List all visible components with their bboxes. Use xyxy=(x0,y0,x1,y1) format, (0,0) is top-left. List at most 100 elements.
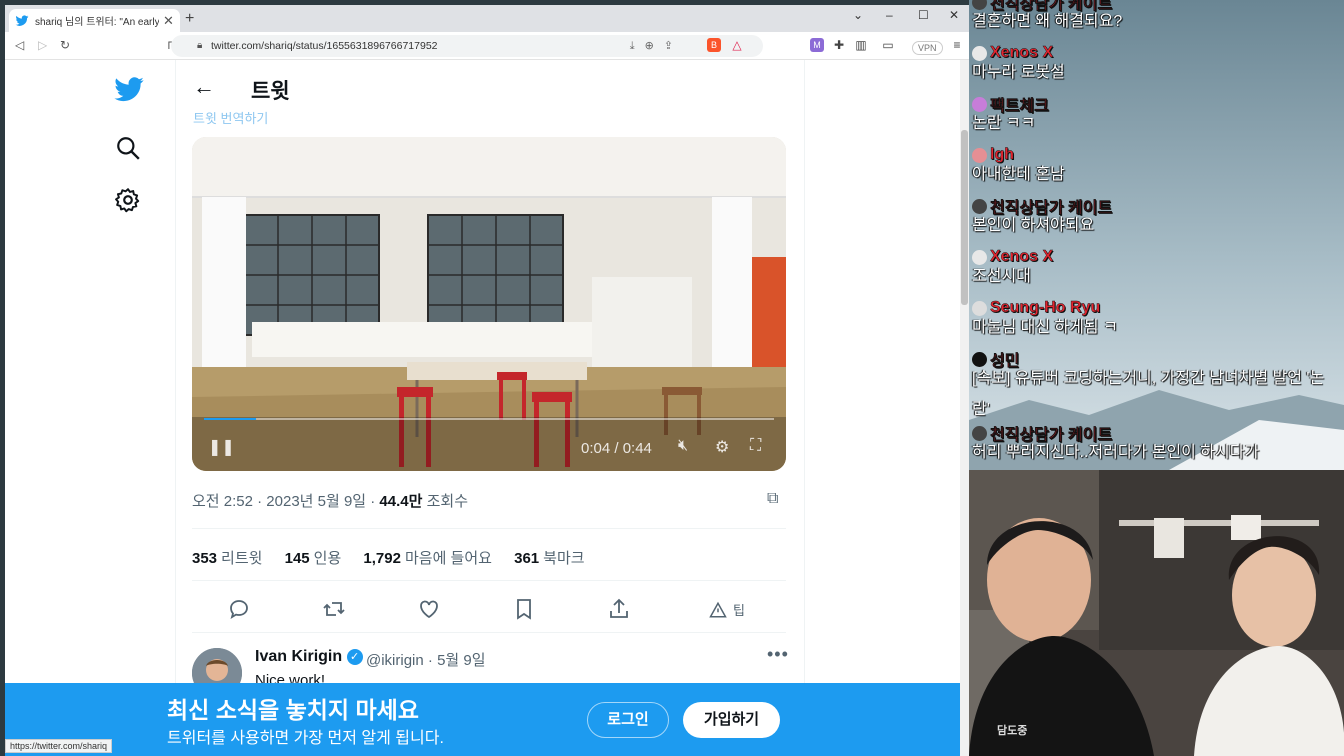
lock-icon: 🔒︎ xyxy=(197,40,203,51)
forward-icon[interactable]: ▷ xyxy=(38,38,47,52)
twitter-page: ← 트윗 트윗 번역하기 ❚❚ 0:04 / 0:44 🔇︎ ⚙ ⛶ 오전 2:… xyxy=(5,60,960,756)
chat-username[interactable]: Xenos X xyxy=(990,248,1054,266)
bookmark-icon[interactable] xyxy=(512,597,536,621)
live-chat: 천직상담가 케이트 결혼하면 왜 해결되요? Xenos X 마누라 로봇설팩트체크 논… xyxy=(969,0,1344,470)
reload-icon[interactable]: ↻ xyxy=(60,38,70,52)
twitter-logo-icon[interactable] xyxy=(113,74,145,111)
chat-user-row: lgh xyxy=(972,145,1065,165)
vpn-button[interactable]: VPN xyxy=(912,41,943,55)
brave-shield-icon[interactable]: B xyxy=(707,38,721,52)
tip-icon[interactable] xyxy=(709,597,733,621)
reply-icon[interactable] xyxy=(227,597,251,621)
twitter-favicon-icon xyxy=(15,14,29,28)
chat-message: Xenos X 마누라 로봇설 xyxy=(972,43,1065,83)
user-badge-icon xyxy=(972,96,987,112)
chat-message: Xenos X 조선시대 xyxy=(972,247,1053,287)
chat-text: 아내한테 혼남 xyxy=(972,166,1065,183)
new-tab-icon[interactable]: + xyxy=(185,10,194,28)
maximize-icon[interactable]: ☐ xyxy=(918,8,929,22)
like-heart-icon[interactable] xyxy=(417,597,441,621)
extension-icon[interactable]: M xyxy=(810,38,824,52)
page-title: 트윗 xyxy=(251,80,290,103)
minimize-icon[interactable]: – xyxy=(886,8,893,22)
bookmarks-stat[interactable]: 361 북마크 xyxy=(514,550,584,567)
address-bar-actions-icon[interactable]: ⤓⊕⇪ xyxy=(630,39,683,53)
retweet-icon[interactable] xyxy=(322,597,346,621)
mute-icon[interactable]: 🔇︎ xyxy=(678,437,688,455)
translate-tweet-link[interactable]: 트윗 번역하기 xyxy=(193,108,268,127)
tweet-timestamp[interactable]: 오전 2:52 · 2023년 5월 9일 · xyxy=(192,493,379,510)
chat-message: 천직상담가 케이트 허리 뿌러지신다..저러다가 본인이 하시다가 xyxy=(972,423,1259,463)
menu-icon[interactable]: ≡ xyxy=(950,38,964,52)
column-divider-left xyxy=(175,60,176,756)
tab-title: shariq 님의 트위터: "An early tin xyxy=(35,17,159,28)
chat-text: [속보] 유튜버 코딩하는거니, 가정간 남녀차별 발언 '논 xyxy=(972,370,1325,387)
user-badge-icon xyxy=(972,198,987,214)
user-badge-icon xyxy=(972,147,987,163)
close-window-icon[interactable]: ✕ xyxy=(949,8,959,22)
tab-bar: shariq 님의 트위터: "An early tin ✕ + ⌄ – ☐ ✕ xyxy=(5,5,969,32)
share-icon[interactable] xyxy=(607,597,631,621)
chat-text: 결혼하면 왜 해결되요? xyxy=(972,13,1123,30)
back-arrow-icon[interactable]: ← xyxy=(193,74,215,100)
status-bar-url: https://twitter.com/shariq xyxy=(5,739,113,753)
tip-label[interactable]: 팁 xyxy=(733,600,745,619)
reply-handle-date[interactable]: @ikirigin · 5월 9일 xyxy=(366,649,486,670)
views-count: 44.4만 xyxy=(379,493,423,510)
analytics-icon[interactable]: ⧉ xyxy=(767,490,778,508)
chat-user-row: 천직상담가 케이트 xyxy=(972,194,1113,218)
likes-stat[interactable]: 1,792 마음에 들어요 xyxy=(363,550,492,567)
video-frame xyxy=(192,137,786,471)
extensions-puzzle-icon[interactable]: ✚ xyxy=(832,38,846,52)
tweet-video[interactable]: ❚❚ 0:04 / 0:44 🔇︎ ⚙ ⛶ xyxy=(192,137,786,471)
chat-username[interactable]: 천직상담가 케이트 xyxy=(990,194,1113,218)
chat-text: 본인이 하셔야되요 xyxy=(972,217,1095,234)
sidebar-icon[interactable]: ▥ xyxy=(854,38,868,52)
chat-message: 란' xyxy=(972,400,990,420)
divider xyxy=(192,580,786,581)
chat-message: 팩트체크 논란 ㅋㅋ xyxy=(972,94,1049,134)
chat-text: 조선시대 xyxy=(972,268,1031,285)
tab-search-icon[interactable]: ⌄ xyxy=(853,8,863,22)
chat-message: Seung-Ho Ryu 마눌님 대신 하게됨 ㅋ xyxy=(972,298,1118,338)
page-scrollbar[interactable] xyxy=(960,60,969,756)
fullscreen-icon[interactable]: ⛶ xyxy=(750,437,761,455)
chat-user-row: 천직상담가 케이트 xyxy=(972,421,1259,445)
quotes-stat[interactable]: 145 인용 xyxy=(285,550,342,567)
chat-username[interactable]: 성민 xyxy=(990,347,1020,371)
banner-subtitle: 트위터를 사용하면 가장 먼저 알게 됩니다. xyxy=(167,730,444,747)
retweets-stat[interactable]: 353 리트윗 xyxy=(192,550,262,567)
signup-banner: 최신 소식을 놓치지 마세요 트위터를 사용하면 가장 먼저 알게 됩니다. 로… xyxy=(5,683,960,756)
user-badge-icon xyxy=(972,249,987,265)
verified-badge-icon: ✓ xyxy=(346,649,363,665)
login-button[interactable]: 로그인 xyxy=(587,702,669,738)
banner-title: 최신 소식을 놓치지 마세요 xyxy=(167,697,419,723)
chat-username[interactable]: lgh xyxy=(990,146,1014,164)
chat-username[interactable]: Seung-Ho Ryu xyxy=(990,299,1101,317)
browser-toolbar: ◁ ▷ ↻ ⊓ 🔒︎ twitter.com/shariq/status/165… xyxy=(5,32,969,60)
more-options-icon[interactable]: ••• xyxy=(767,644,789,665)
address-bar[interactable]: 🔒︎ twitter.com/shariq/status/16556318967… xyxy=(171,35,763,57)
browser-tab[interactable]: shariq 님의 트위터: "An early tin ✕ xyxy=(9,9,180,32)
chat-user-row: Xenos X xyxy=(972,247,1053,267)
chat-username[interactable]: Xenos X xyxy=(990,44,1054,62)
chat-message: lgh 아내한테 혼남 xyxy=(972,145,1065,185)
chat-user-row: 성민 xyxy=(972,347,1324,371)
wallet-icon[interactable]: ▭ xyxy=(881,38,895,52)
brave-rewards-icon[interactable]: △ xyxy=(730,38,744,52)
signup-button[interactable]: 가입하기 xyxy=(683,702,780,738)
pause-icon[interactable]: ❚❚ xyxy=(208,437,235,457)
search-icon[interactable] xyxy=(115,135,141,166)
webcam-feed: 담도중 xyxy=(969,470,1344,756)
scrollbar-thumb[interactable] xyxy=(961,130,968,305)
chat-message: 성민 [속보] 유튜버 코딩하는거니, 가정간 남녀차별 발언 '논 xyxy=(972,349,1324,389)
webcam-image xyxy=(969,470,1344,756)
tab-close-icon[interactable]: ✕ xyxy=(163,13,174,29)
chat-username[interactable]: 천직상담가 케이트 xyxy=(990,421,1113,445)
video-settings-icon[interactable]: ⚙ xyxy=(715,437,729,457)
column-divider-right xyxy=(804,60,805,756)
chat-username[interactable]: 팩트체크 xyxy=(990,92,1049,116)
reply-author-name[interactable]: Ivan Kirigin ✓ xyxy=(255,648,363,666)
back-icon[interactable]: ◁ xyxy=(15,38,24,52)
settings-gear-icon[interactable] xyxy=(115,187,141,218)
